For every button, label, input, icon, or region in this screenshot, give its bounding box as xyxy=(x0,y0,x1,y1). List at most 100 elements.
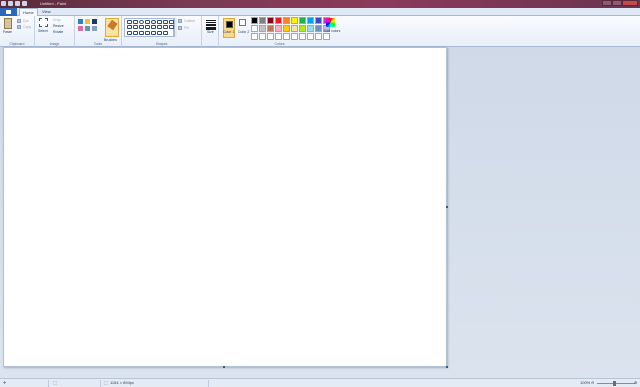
left-arrow-shape-icon[interactable] xyxy=(151,25,156,30)
shapes-gallery-scrollbar[interactable] xyxy=(174,18,177,37)
palette-swatch[interactable] xyxy=(259,33,266,40)
eraser-icon[interactable] xyxy=(78,26,83,31)
polygon-shape-icon[interactable] xyxy=(157,20,162,24)
palette-swatch[interactable] xyxy=(291,25,298,32)
undo-icon[interactable] xyxy=(15,1,20,6)
palette-swatch[interactable] xyxy=(307,33,314,40)
zoom-slider[interactable] xyxy=(597,383,635,384)
zoom-slider-thumb[interactable] xyxy=(613,381,616,386)
palette-swatch[interactable] xyxy=(291,17,298,24)
image-group-label: Image xyxy=(49,42,60,46)
palette-swatch[interactable] xyxy=(315,33,322,40)
palette-swatch[interactable] xyxy=(275,33,282,40)
copy-button[interactable]: Copy xyxy=(23,25,31,29)
zoom-in-icon[interactable]: ⊕ xyxy=(634,380,637,385)
paste-button[interactable]: Paste xyxy=(3,30,12,34)
cut-icon xyxy=(17,19,21,23)
palette-swatch[interactable] xyxy=(267,17,274,24)
paste-icon[interactable] xyxy=(4,18,12,29)
palette-swatch[interactable] xyxy=(299,25,306,32)
palette-swatch[interactable] xyxy=(267,25,274,32)
zoom-out-icon[interactable]: ⊖ xyxy=(591,380,594,385)
pencil-icon[interactable] xyxy=(78,19,83,24)
callout-rect-shape-icon[interactable] xyxy=(139,30,144,35)
edit-colors-button[interactable]: Edit colors xyxy=(324,29,340,33)
color2-swatch[interactable] xyxy=(239,19,246,26)
palette-swatch[interactable] xyxy=(315,25,322,32)
canvas-resize-handle-right[interactable] xyxy=(446,206,448,208)
palette-swatch[interactable] xyxy=(291,33,298,40)
select-button[interactable]: Select xyxy=(38,29,48,33)
cut-button[interactable]: Cut xyxy=(23,19,28,23)
color-picker-icon[interactable] xyxy=(85,26,90,31)
magnifier-icon[interactable] xyxy=(92,26,97,31)
edit-colors-icon[interactable] xyxy=(326,18,335,27)
rectangle-shape-icon[interactable] xyxy=(145,20,150,24)
size-button[interactable]: Size xyxy=(207,30,214,34)
canvas-resize-handle-bottom[interactable] xyxy=(223,366,225,368)
paint-app-icon[interactable] xyxy=(1,1,6,6)
clipboard-group: Paste Cut Copy Clipboard xyxy=(0,16,35,47)
crop-button[interactable]: Crop xyxy=(53,18,61,22)
pentagon-shape-icon[interactable] xyxy=(133,25,138,30)
palette-swatch[interactable] xyxy=(275,25,282,32)
palette-swatch[interactable] xyxy=(283,17,290,24)
palette-swatch[interactable] xyxy=(299,33,306,40)
palette-swatch[interactable] xyxy=(259,25,266,32)
palette-swatch[interactable] xyxy=(315,17,322,24)
palette-swatch[interactable] xyxy=(307,25,314,32)
star5-shape-icon[interactable] xyxy=(127,30,132,35)
resize-button[interactable]: Resize xyxy=(53,24,64,28)
minimize-button[interactable] xyxy=(602,0,612,6)
palette-swatch[interactable] xyxy=(283,33,290,40)
palette-swatch[interactable] xyxy=(299,17,306,24)
palette-swatch[interactable] xyxy=(251,33,258,40)
shapes-gallery[interactable] xyxy=(124,18,174,37)
maximize-button[interactable] xyxy=(612,0,622,6)
lightning-shape-icon[interactable] xyxy=(163,30,168,35)
palette-swatch[interactable] xyxy=(275,17,282,24)
tab-home[interactable]: Home xyxy=(19,8,38,16)
star6-shape-icon[interactable] xyxy=(133,30,138,35)
rounded-rectangle-shape-icon[interactable] xyxy=(151,20,156,24)
palette-swatch[interactable] xyxy=(323,33,330,40)
right-arrow-shape-icon[interactable] xyxy=(145,25,150,30)
palette-swatch[interactable] xyxy=(267,33,274,40)
hexagon-shape-icon[interactable] xyxy=(139,25,144,30)
text-icon[interactable] xyxy=(92,19,97,24)
diamond-shape-icon[interactable] xyxy=(127,25,132,30)
oval-shape-icon[interactable] xyxy=(139,20,144,24)
callout-cloud-shape-icon[interactable] xyxy=(151,30,156,35)
save-icon[interactable] xyxy=(8,1,13,6)
fill-icon[interactable] xyxy=(85,19,90,24)
fill-dropdown[interactable]: Fill xyxy=(184,26,188,30)
palette-swatch[interactable] xyxy=(251,17,258,24)
fill-shape-icon xyxy=(178,26,182,30)
selection-size-icon: ⬚ xyxy=(53,380,57,385)
canvas-workspace xyxy=(0,47,640,378)
up-arrow-shape-icon[interactable] xyxy=(157,25,162,30)
redo-icon[interactable] xyxy=(22,1,27,6)
rotate-button[interactable]: Rotate xyxy=(53,30,63,34)
file-menu-button[interactable] xyxy=(0,8,17,16)
drawing-canvas[interactable] xyxy=(3,47,447,367)
window-title: Untitled - Paint xyxy=(40,1,67,6)
down-arrow-shape-icon[interactable] xyxy=(163,25,168,30)
close-button[interactable] xyxy=(622,0,638,6)
palette-swatch[interactable] xyxy=(251,25,258,32)
palette-swatch[interactable] xyxy=(307,17,314,24)
size-group: Size xyxy=(202,16,219,47)
palette-swatch[interactable] xyxy=(259,17,266,24)
curve-shape-icon[interactable] xyxy=(133,20,138,24)
color1-button[interactable] xyxy=(223,18,235,38)
outline-dropdown[interactable]: Outline xyxy=(184,19,195,23)
select-icon[interactable] xyxy=(39,18,48,27)
canvas-resize-handle-corner[interactable] xyxy=(446,366,448,368)
palette-swatch[interactable] xyxy=(283,25,290,32)
tab-view[interactable]: View xyxy=(39,8,54,16)
heart-shape-icon[interactable] xyxy=(157,30,162,35)
line-shape-icon[interactable] xyxy=(127,20,132,24)
triangle-shape-icon[interactable] xyxy=(163,20,168,24)
brushes-icon[interactable] xyxy=(105,18,119,37)
callout-oval-shape-icon[interactable] xyxy=(145,30,150,35)
